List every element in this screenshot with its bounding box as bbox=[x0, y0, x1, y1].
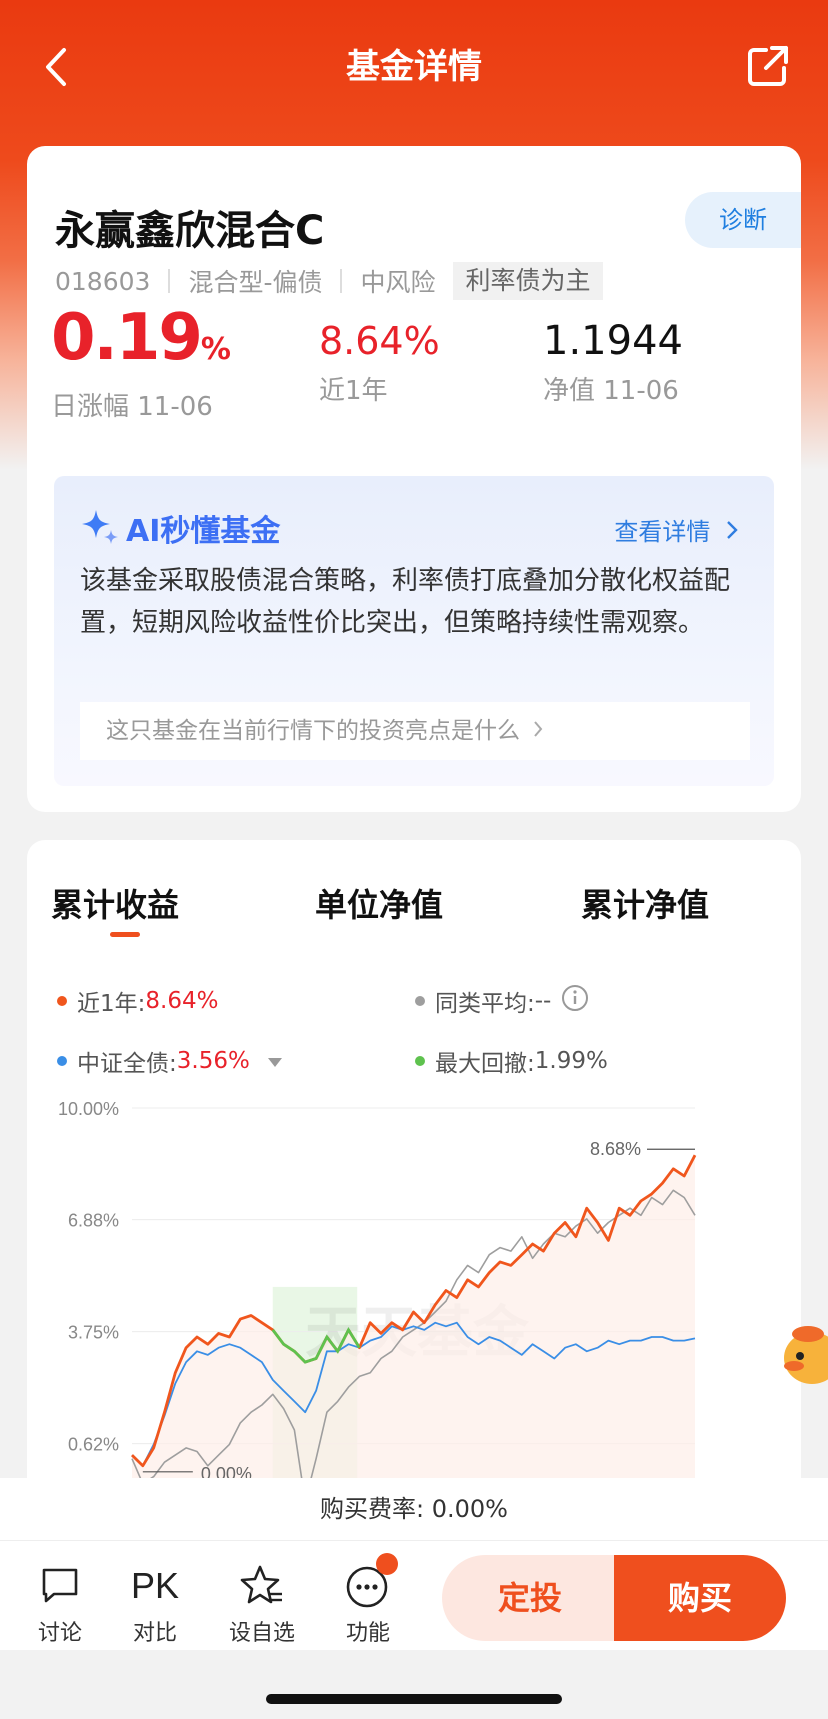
legend-peer: 同类平均: -- bbox=[415, 984, 589, 1018]
legend-dot bbox=[57, 1056, 67, 1066]
legend-dot bbox=[415, 996, 425, 1006]
fund-code: 018603 bbox=[55, 266, 151, 296]
watchlist-label: 设自选 bbox=[228, 1621, 295, 1646]
divider bbox=[340, 269, 343, 293]
discuss-button[interactable]: 讨论 bbox=[20, 1561, 100, 1647]
pk-icon: PK bbox=[130, 1565, 180, 1606]
daily-change-value: 0.19 bbox=[51, 301, 203, 375]
mascot-icon[interactable] bbox=[778, 1318, 828, 1390]
y-tick-label: 3.75% bbox=[68, 1323, 119, 1343]
tab-cumulative-return[interactable]: 累计收益 bbox=[51, 880, 179, 926]
share-icon[interactable] bbox=[746, 44, 790, 88]
legend-drawdown-label: 最大回撤: bbox=[435, 1051, 535, 1077]
star-icon bbox=[222, 1561, 302, 1611]
chevron-right-icon bbox=[726, 518, 738, 546]
ai-question-prompt[interactable]: 这只基金在当前行情下的投资亮点是什么 bbox=[80, 702, 750, 760]
legend-fund: 近1年: 8.64% bbox=[57, 984, 218, 1018]
ai-summary-text: 该基金采取股债混合策略，利率债打底叠加分散化权益配置，短期风险收益性价比突出，但… bbox=[80, 566, 731, 638]
navbar: 基金详情 bbox=[0, 0, 828, 140]
fund-info-card: 永赢鑫欣混合C 诊断 018603 混合型-偏债 中风险 利率债为主 0.19%… bbox=[27, 146, 801, 476]
fund-tag: 利率债为主 bbox=[453, 262, 603, 300]
fee-bar: 购买费率: 0.00% bbox=[0, 1478, 828, 1540]
fund-area bbox=[132, 1155, 695, 1480]
ai-title-text: AI秒懂基金 bbox=[126, 514, 281, 549]
compare-button[interactable]: PK 对比 bbox=[115, 1561, 195, 1647]
legend-peer-label: 同类平均: bbox=[435, 991, 535, 1017]
legend-index-label: 中证全债: bbox=[77, 1051, 177, 1077]
legend-drawdown: 最大回撤: 1.99% bbox=[415, 1044, 608, 1078]
discuss-label: 讨论 bbox=[37, 1621, 82, 1646]
functions-button[interactable]: 功能 bbox=[328, 1553, 408, 1647]
nav-value: 1.1944 bbox=[543, 318, 683, 364]
ai-title: AI秒懂基金 bbox=[80, 506, 280, 550]
legend-peer-value: -- bbox=[534, 988, 552, 1014]
legend-drawdown-value: 1.99% bbox=[534, 1048, 608, 1074]
fund-type: 混合型-偏债 bbox=[188, 268, 323, 297]
functions-label: 功能 bbox=[345, 1621, 390, 1646]
sparkle-icon bbox=[80, 506, 120, 550]
daily-change-stat: 0.19% 日涨幅 11-06 bbox=[51, 302, 231, 423]
year-return-stat: 8.64% 近1年 bbox=[319, 318, 440, 407]
year-return-value: 8.64% bbox=[319, 319, 440, 363]
legend-fund-label: 近1年: bbox=[77, 991, 146, 1017]
fund-name: 永赢鑫欣混合C bbox=[55, 208, 325, 254]
buy-button[interactable]: 购买 bbox=[614, 1555, 786, 1641]
ai-card: AI秒懂基金 查看详情 该基金采取股债混合策略，利率债打底叠加分散化权益配置，短… bbox=[27, 476, 801, 812]
ai-summary-box: AI秒懂基金 查看详情 该基金采取股债混合策略，利率债打底叠加分散化权益配置，短… bbox=[54, 476, 774, 786]
legend-index[interactable]: 中证全债: 3.56% bbox=[57, 1044, 282, 1078]
daily-change-unit: % bbox=[200, 332, 231, 367]
nav-label: 净值 11-06 bbox=[543, 376, 679, 406]
legend-dot bbox=[57, 996, 67, 1006]
tab-cumulative-nav[interactable]: 累计净值 bbox=[581, 880, 709, 926]
bottom-action-bar: 讨论 PK 对比 设自选 功能 定投 购买 bbox=[0, 1540, 828, 1650]
more-dots-icon bbox=[328, 1553, 408, 1611]
fee-label: 购买费率: bbox=[320, 1495, 432, 1523]
compare-label: 对比 bbox=[132, 1621, 177, 1646]
return-chart[interactable]: 10.00%6.88%3.75%0.62%天天基金8.68%0.00% bbox=[27, 1090, 801, 1480]
y-tick-label: 10.00% bbox=[58, 1099, 119, 1119]
year-return-label: 近1年 bbox=[319, 376, 388, 406]
nav-stat: 1.1944 净值 11-06 bbox=[543, 318, 683, 407]
home-indicator bbox=[266, 1694, 562, 1704]
caret-down-icon[interactable] bbox=[267, 1048, 282, 1074]
divider bbox=[168, 269, 171, 293]
fund-risk: 中风险 bbox=[360, 268, 436, 297]
fund-tags: 018603 混合型-偏债 中风险 利率债为主 bbox=[55, 262, 603, 300]
info-icon[interactable] bbox=[561, 984, 589, 1018]
chart-card: 累计收益 单位净值 累计净值 近1年: 8.64% 同类平均: -- 中证全债:… bbox=[27, 840, 801, 1480]
legend-fund-value: 8.64% bbox=[145, 988, 219, 1014]
tab-unit-nav[interactable]: 单位净值 bbox=[315, 880, 443, 926]
daily-change-label: 日涨幅 11-06 bbox=[51, 392, 213, 422]
legend-index-value: 3.56% bbox=[176, 1048, 250, 1074]
notification-badge bbox=[376, 1553, 398, 1575]
tab-indicator bbox=[110, 932, 140, 937]
max-annotation: 8.68% bbox=[590, 1139, 641, 1159]
watchlist-button[interactable]: 设自选 bbox=[222, 1561, 302, 1647]
chevron-right-icon bbox=[533, 718, 543, 744]
sip-button[interactable]: 定投 bbox=[442, 1555, 618, 1641]
legend-dot bbox=[415, 1056, 425, 1066]
ai-question-text: 这只基金在当前行情下的投资亮点是什么 bbox=[106, 718, 520, 744]
y-tick-label: 0.62% bbox=[68, 1435, 119, 1455]
page-title: 基金详情 bbox=[346, 47, 482, 87]
chat-bubble-icon bbox=[20, 1561, 100, 1611]
ai-more-label: 查看详情 bbox=[614, 518, 711, 546]
diagnose-button[interactable]: 诊断 bbox=[685, 192, 801, 248]
fee-value: 0.00% bbox=[431, 1495, 508, 1523]
y-tick-label: 6.88% bbox=[68, 1211, 119, 1231]
home-indicator-area bbox=[0, 1650, 828, 1719]
ai-more-link[interactable]: 查看详情 bbox=[614, 512, 738, 547]
